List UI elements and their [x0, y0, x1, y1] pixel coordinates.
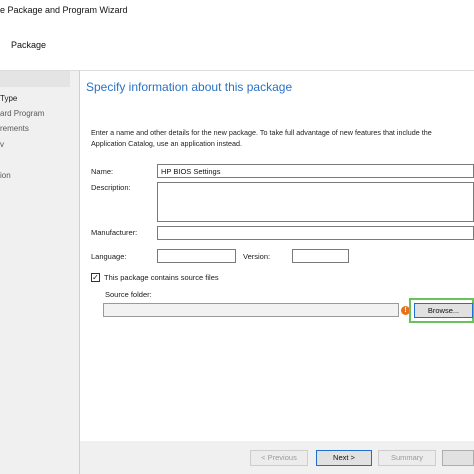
description-label: Description: [91, 183, 131, 192]
browse-button[interactable]: Browse... [414, 303, 473, 318]
wizard-header [0, 20, 474, 71]
header-title: Package [11, 40, 47, 50]
description-field[interactable] [157, 182, 474, 222]
cancel-button[interactable] [442, 450, 474, 466]
nav-item-program-type[interactable]: ard Program [0, 107, 44, 121]
source-folder-field[interactable] [103, 303, 399, 317]
version-field[interactable] [292, 249, 349, 263]
window-title: e Package and Program Wizard [0, 5, 128, 15]
manufacturer-field[interactable] [157, 226, 474, 240]
nav-item-general[interactable]: Type [0, 92, 17, 106]
source-files-checkbox-label: This package contains source files [104, 273, 219, 282]
nav-selected-step [0, 71, 70, 87]
language-field[interactable] [157, 249, 236, 263]
previous-button[interactable]: < Previous [250, 450, 308, 466]
nav-item-completion[interactable]: ion [0, 169, 11, 183]
nav-item-summary[interactable]: v [0, 138, 4, 152]
name-field[interactable]: HP BIOS Settings [157, 164, 474, 178]
source-files-checkbox[interactable]: ✓ [91, 273, 100, 282]
page-heading: Specify information about this package [86, 80, 293, 94]
version-label: Version: [243, 252, 271, 261]
nav-item-requirements[interactable]: rements [0, 122, 29, 136]
source-folder-label: Source folder: [105, 290, 152, 299]
manufacturer-label: Manufacturer: [91, 228, 138, 237]
language-label: Language: [91, 252, 127, 261]
next-button[interactable]: Next > [316, 450, 372, 466]
summary-button[interactable]: Summary [378, 450, 436, 466]
name-label: Name: [91, 167, 114, 176]
page-description: Enter a name and other details for the n… [91, 128, 432, 148]
